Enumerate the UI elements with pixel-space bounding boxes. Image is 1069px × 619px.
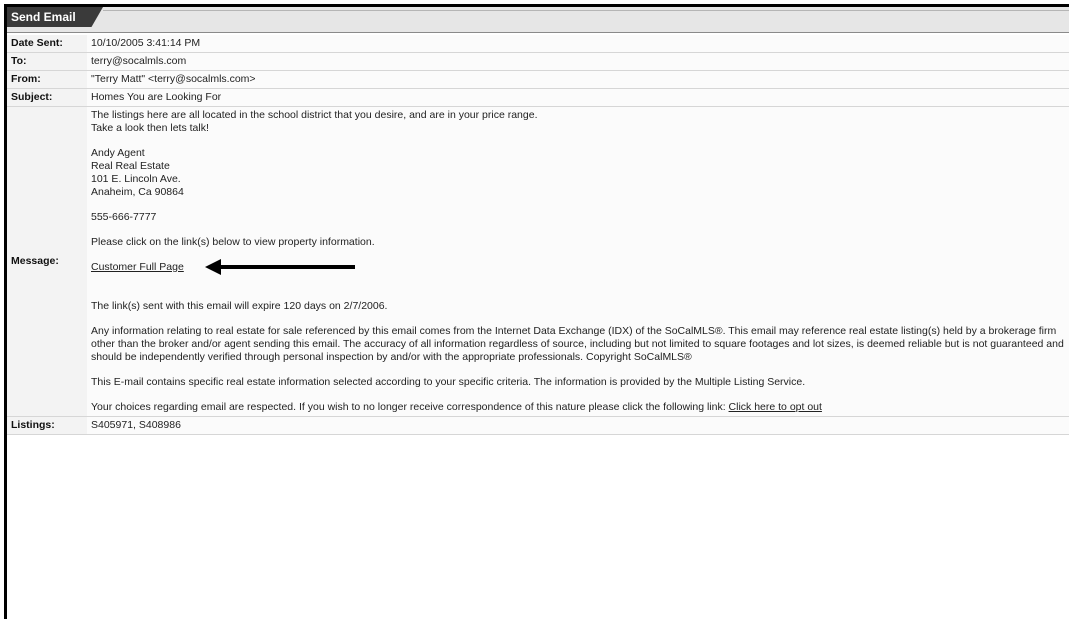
send-email-panel: Send Email Date Sent: 10/10/2005 3:41:14…	[4, 4, 1069, 619]
message-body: The listings here are all located in the…	[87, 106, 1069, 417]
to-label: To:	[7, 52, 87, 71]
panel-titlebar: Send Email	[7, 7, 1069, 33]
to-value: terry@socalmls.com	[87, 52, 1069, 71]
subject-label: Subject:	[7, 88, 87, 107]
listings-row: Listings: S405971, S408986	[7, 416, 1069, 435]
message-label: Message:	[7, 106, 87, 417]
subject-row: Subject: Homes You are Looking For	[7, 88, 1069, 107]
date-sent-row: Date Sent: 10/10/2005 3:41:14 PM	[7, 35, 1069, 53]
opt-out-text: Your choices regarding email are respect…	[91, 401, 729, 413]
email-details-table: Date Sent: 10/10/2005 3:41:14 PM To: ter…	[7, 35, 1069, 435]
from-label: From:	[7, 70, 87, 89]
left-arrow-icon	[204, 259, 355, 276]
signature-name: Andy Agent	[91, 147, 145, 159]
subject-value: Homes You are Looking For	[87, 88, 1069, 107]
message-intro-line2: Take a look then lets talk!	[91, 122, 209, 134]
link-expiry-notice: The link(s) sent with this email will ex…	[91, 300, 388, 312]
date-sent-value: 10/10/2005 3:41:14 PM	[87, 35, 1069, 53]
criteria-note: This E-mail contains specific real estat…	[91, 376, 806, 388]
signature-street: 101 E. Lincoln Ave.	[91, 173, 181, 185]
message-intro-line1: The listings here are all located in the…	[91, 109, 538, 121]
panel-title: Send Email	[11, 10, 76, 24]
message-row: Message: The listings here are all locat…	[7, 106, 1069, 417]
send-email-tab[interactable]: Send Email	[7, 7, 103, 27]
from-value: "Terry Matt" <terry@socalmls.com>	[87, 70, 1069, 89]
tab-divider	[103, 10, 1069, 11]
customer-full-page-link[interactable]: Customer Full Page	[91, 261, 184, 273]
signature-city: Anaheim, Ca 90864	[91, 186, 184, 198]
date-sent-label: Date Sent:	[7, 35, 87, 53]
to-row: To: terry@socalmls.com	[7, 52, 1069, 71]
idx-disclaimer: Any information relating to real estate …	[91, 325, 1064, 363]
from-row: From: "Terry Matt" <terry@socalmls.com>	[7, 70, 1069, 89]
listings-value: S405971, S408986	[87, 416, 1069, 435]
click-instruction: Please click on the link(s) below to vie…	[91, 236, 375, 248]
signature-phone: 555-666-7777	[91, 211, 157, 223]
opt-out-link[interactable]: Click here to opt out	[729, 401, 822, 413]
listings-label: Listings:	[7, 416, 87, 435]
signature-company: Real Real Estate	[91, 160, 170, 172]
